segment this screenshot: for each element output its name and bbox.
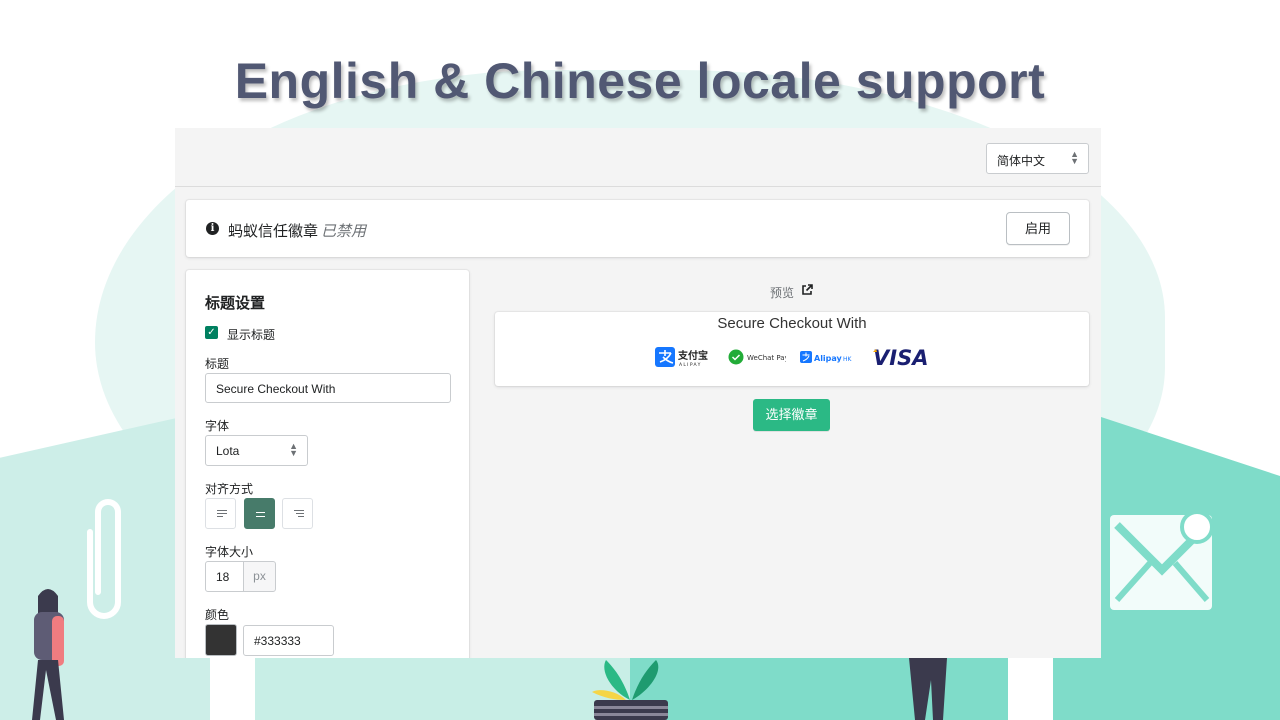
- preview-label: 预览: [770, 286, 795, 300]
- locale-select-value: 简体中文: [997, 154, 1046, 168]
- font-size-input[interactable]: 18: [205, 561, 244, 592]
- font-select[interactable]: Lota ▲ ▼: [205, 435, 308, 466]
- hero-title: English & Chinese locale support: [234, 53, 1046, 109]
- show-title-checkbox[interactable]: ✓: [205, 326, 218, 339]
- person-legs-illustration: [909, 658, 947, 720]
- select-badge-button[interactable]: 选择徽章: [753, 399, 830, 431]
- locale-select[interactable]: 简体中文 ▲ ▼: [986, 143, 1089, 174]
- preview-heading: Secure Checkout With: [717, 315, 867, 332]
- color-swatch[interactable]: [205, 624, 237, 656]
- enable-button[interactable]: 启用: [1006, 212, 1070, 245]
- mail-icon: [1110, 510, 1214, 610]
- background-floor: [255, 658, 635, 720]
- svg-text:WeChat Pay: WeChat Pay: [747, 354, 786, 362]
- align-right-button[interactable]: [282, 498, 313, 529]
- svg-text:ALIPAY: ALIPAY: [679, 362, 702, 367]
- wechat-pay-badge: WeChat Pay: [728, 349, 786, 365]
- alipay-hk-badge: Alipay HK: [800, 351, 853, 363]
- font-field-label: 字体: [205, 419, 230, 433]
- background-floor: [1053, 658, 1280, 720]
- align-center-button[interactable]: [244, 498, 275, 529]
- top-bar: 简体中文 ▲ ▼: [175, 128, 1101, 187]
- title-settings-card: 标题设置 ✓ 显示标题 标题 Secure Checkout With 字体 L…: [186, 270, 469, 658]
- align-field-label: 对齐方式: [205, 482, 254, 496]
- section-title: 标题设置: [205, 295, 266, 312]
- title-field-label: 标题: [205, 357, 230, 371]
- show-title-label: 显示标题: [227, 328, 276, 342]
- color-field-label: 颜色: [205, 608, 230, 622]
- svg-text:Alipay: Alipay: [814, 354, 843, 363]
- paperclip-illustration: [87, 499, 121, 619]
- external-link-icon[interactable]: [800, 283, 814, 297]
- status-badge: 已禁用: [321, 223, 367, 240]
- status-card: i 蚂蚁信任徽章 已禁用 启用: [186, 200, 1089, 257]
- plant-illustration: [592, 660, 668, 720]
- person-illustration: [32, 589, 64, 720]
- svg-text:HK: HK: [843, 356, 853, 363]
- svg-text:支付宝: 支付宝: [677, 349, 708, 362]
- chevron-updown-icon: ▲ ▼: [1070, 149, 1079, 166]
- background-floor: [630, 658, 1008, 720]
- title-input[interactable]: Secure Checkout With: [205, 373, 451, 403]
- chevron-updown-icon: ▲ ▼: [289, 441, 298, 458]
- align-left-button[interactable]: [205, 498, 236, 529]
- app-window: 简体中文 ▲ ▼ i 蚂蚁信任徽章 已禁用 启用 标题设置 ✓ 显示标题 标题 S…: [175, 128, 1101, 658]
- app-name: 蚂蚁信任徽章: [228, 223, 319, 240]
- info-icon: i: [206, 222, 219, 235]
- font-size-unit: px: [243, 561, 276, 592]
- badge-preview-card: Secure Checkout With 支付宝 ALIPAY WeChat P…: [495, 312, 1089, 386]
- svg-text:VISA: VISA: [873, 347, 928, 367]
- color-input[interactable]: #333333: [243, 625, 334, 656]
- size-field-label: 字体大小: [205, 545, 254, 559]
- font-select-value: Lota: [216, 444, 240, 458]
- alipay-badge: 支付宝 ALIPAY: [655, 347, 708, 367]
- visa-badge: VISA: [873, 347, 928, 367]
